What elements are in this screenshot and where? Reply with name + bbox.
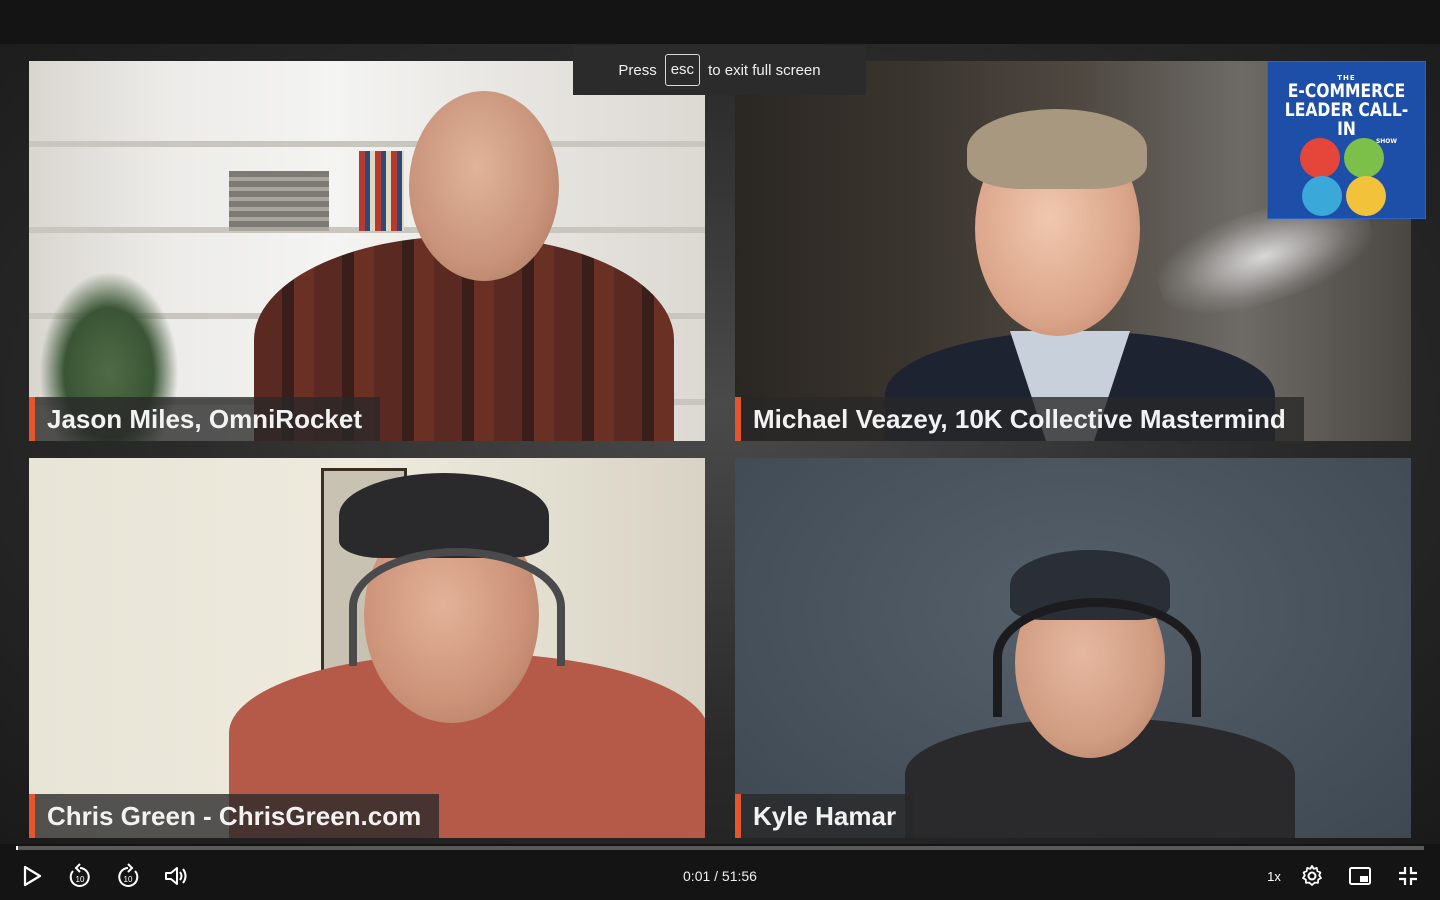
picture-in-picture-icon: [1349, 867, 1371, 885]
books: [229, 171, 329, 231]
show-logo: THE E-COMMERCE LEADER CALL-IN SHOW: [1267, 61, 1426, 219]
settings-button[interactable]: [1296, 861, 1328, 891]
volume-icon: [165, 867, 187, 885]
svg-text:10: 10: [124, 875, 133, 884]
hint-suffix: to exit full screen: [708, 61, 821, 79]
books-2: [359, 151, 404, 231]
video-stage[interactable]: Jason Miles, OmniRocket Michael Veazey, …: [0, 44, 1440, 844]
logo-avatar: [1302, 176, 1342, 216]
headphones: [349, 548, 565, 666]
video-tile-3: Chris Green - ChrisGreen.com: [29, 458, 705, 838]
logo-line: LEADER CALL-IN: [1284, 99, 1409, 140]
cap: [339, 473, 549, 558]
gear-icon: [1302, 865, 1322, 886]
video-tile-4: Kyle Hamar: [735, 458, 1411, 838]
rewind-10-button[interactable]: 10: [64, 861, 96, 891]
video-tile-1: Jason Miles, OmniRocket: [29, 61, 705, 441]
logo-avatar: [1344, 138, 1384, 178]
participant-name: Jason Miles, OmniRocket: [29, 397, 380, 441]
hint-prefix: Press: [618, 61, 657, 79]
participant-name: Michael Veazey, 10K Collective Mastermin…: [735, 397, 1304, 441]
hair: [967, 109, 1147, 189]
headphones: [993, 598, 1201, 717]
logo-avatar: [1300, 138, 1340, 178]
participant-name: Chris Green - ChrisGreen.com: [29, 794, 440, 838]
play-icon: [23, 865, 42, 887]
rewind-10-icon: 10: [69, 863, 90, 887]
exit-fullscreen-icon: [1399, 867, 1417, 885]
volume-button[interactable]: [160, 861, 192, 891]
forward-10-button[interactable]: 10: [112, 861, 144, 891]
forward-10-icon: 10: [118, 863, 139, 887]
picture-in-picture-button[interactable]: [1344, 861, 1376, 891]
svg-text:10: 10: [76, 875, 85, 884]
playback-speed-button[interactable]: 1x: [1260, 863, 1288, 889]
top-bar: [0, 0, 1440, 44]
logo-avatar: [1346, 176, 1386, 216]
exit-fullscreen-button[interactable]: [1392, 861, 1424, 891]
time-display: 0:01 / 51:56: [683, 868, 757, 884]
play-button[interactable]: [16, 861, 48, 891]
participant-name: Kyle Hamar: [735, 794, 915, 838]
esc-key: esc: [664, 54, 701, 86]
exit-fullscreen-hint: Press esc to exit full screen: [573, 45, 866, 95]
